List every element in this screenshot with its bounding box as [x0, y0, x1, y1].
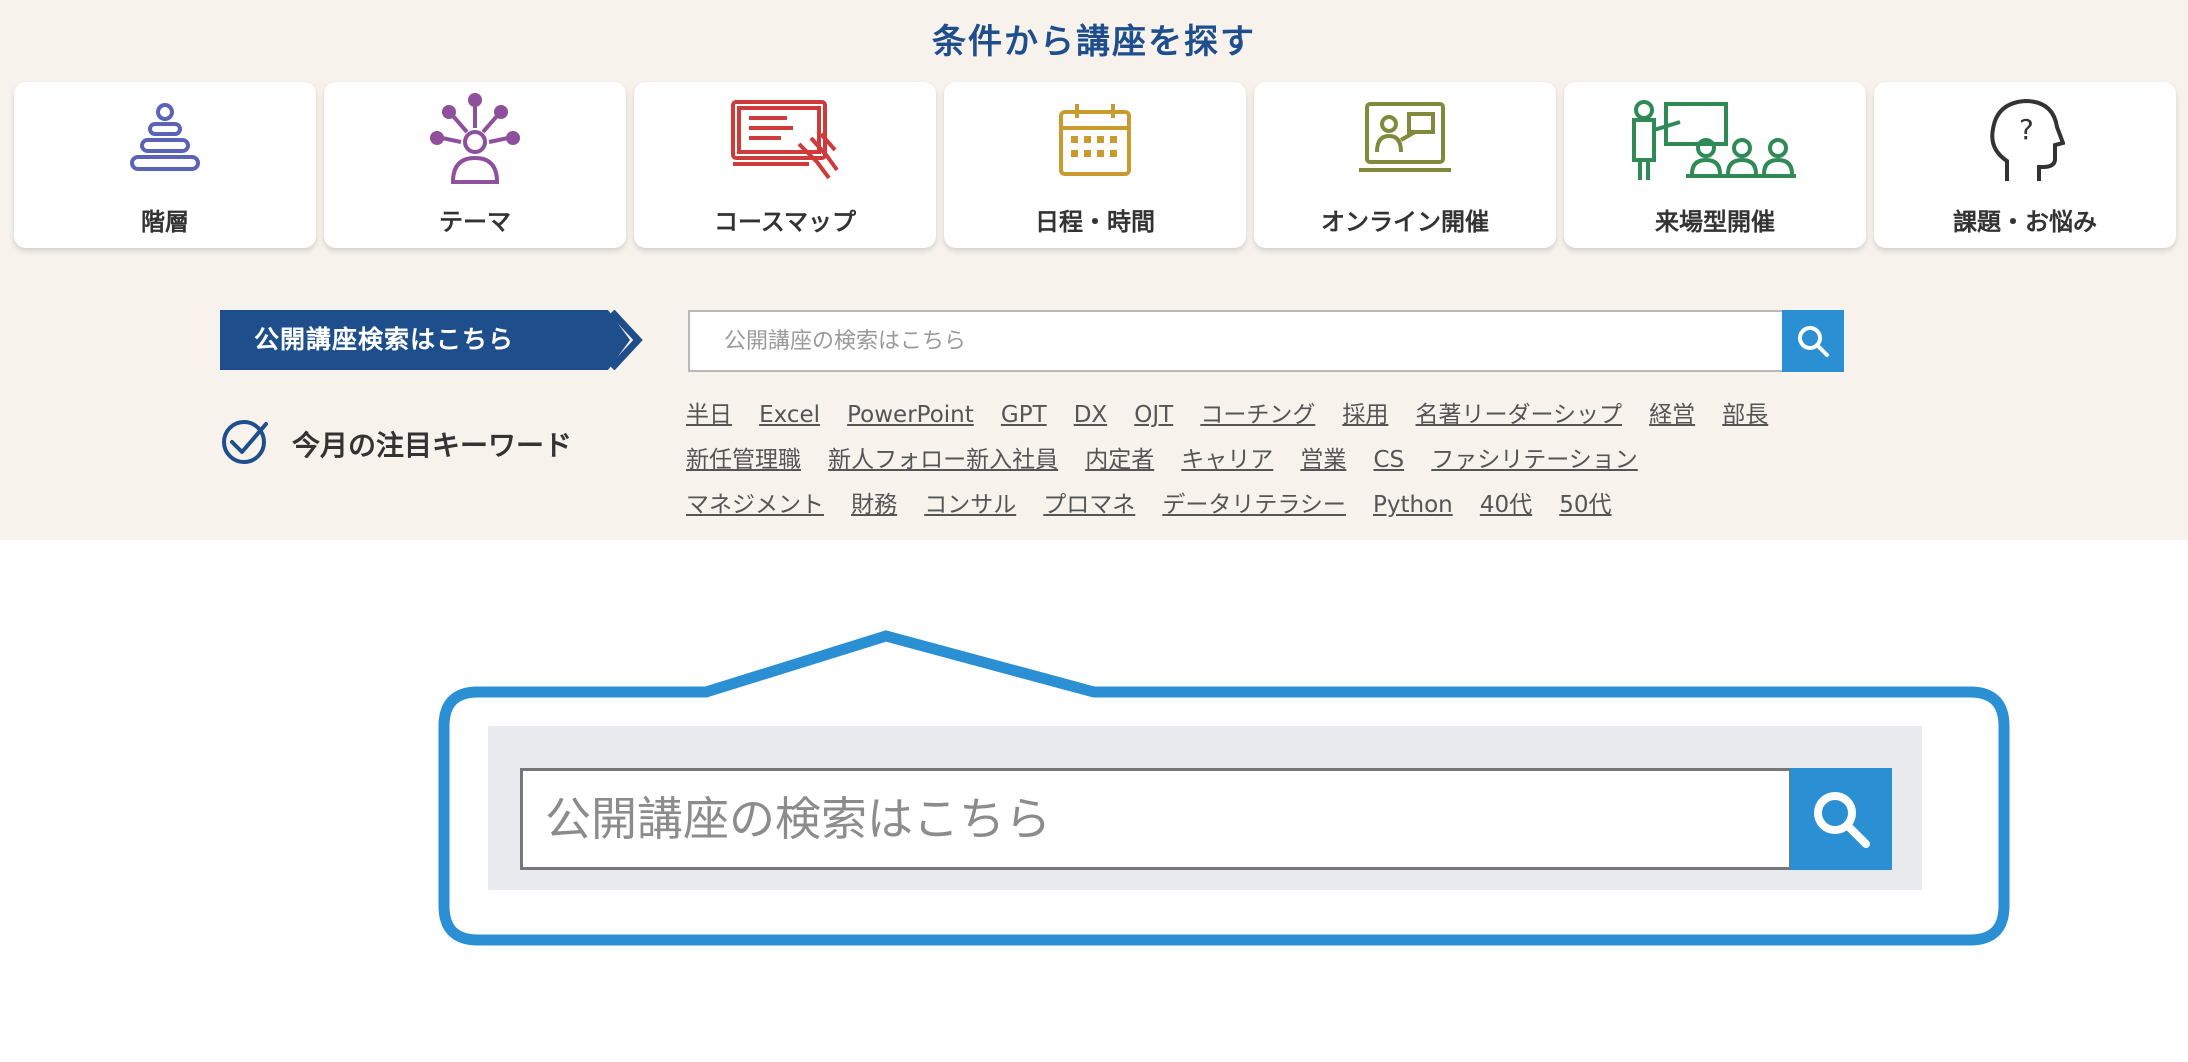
search-label: 公開講座検索はこちら — [254, 325, 515, 354]
category-label: コースマップ — [713, 208, 857, 236]
keyword-link[interactable]: コンサル — [924, 488, 1016, 522]
keyword-list: 半日 Excel PowerPoint GPT DX OJT コーチング 採用 … — [686, 398, 1846, 533]
keyword-link[interactable]: 40代 — [1480, 488, 1532, 522]
keyword-link[interactable]: コーチング — [1200, 398, 1315, 432]
keyword-link[interactable]: ファシリテーション — [1431, 443, 1638, 477]
category-row: 階層 テーマ コースマップ 日程・時間 オンライン開催 来場型開催 ? 課題・お… — [14, 82, 2188, 250]
search-box — [688, 310, 1844, 372]
keyword-link[interactable]: 財務 — [851, 488, 897, 522]
keyword-link[interactable]: CS — [1373, 443, 1404, 477]
search-button[interactable] — [1782, 310, 1844, 372]
keyword-line: マネジメント 財務 コンサル プロマネ データリテラシー Python 40代 … — [686, 488, 1846, 533]
keyword-link[interactable]: 50代 — [1559, 488, 1611, 522]
category-label: 階層 — [141, 208, 189, 236]
category-card-theme[interactable]: テーマ — [324, 82, 626, 248]
keyword-link[interactable]: マネジメント — [686, 488, 824, 522]
category-card-onsite[interactable]: 来場型開催 — [1564, 82, 1866, 248]
keyword-link[interactable]: Excel — [759, 398, 820, 432]
keyword-link[interactable]: Python — [1373, 488, 1453, 522]
stacked-rings-icon — [14, 96, 316, 184]
keyword-link[interactable]: 半日 — [686, 398, 732, 432]
search-icon — [1814, 792, 1870, 848]
keyword-link[interactable]: OJT — [1134, 398, 1173, 432]
keyword-link[interactable]: 経営 — [1649, 398, 1695, 432]
section-title: 条件から講座を探す — [932, 22, 1256, 62]
keyword-link[interactable]: プロマネ — [1043, 488, 1135, 522]
keyword-link[interactable]: 採用 — [1342, 398, 1388, 432]
category-label: テーマ — [439, 208, 511, 236]
keyword-link[interactable]: 名著リーダーシップ — [1416, 398, 1623, 432]
category-card-schedule[interactable]: 日程・時間 — [944, 82, 1246, 248]
keyword-link[interactable]: GPT — [1001, 398, 1047, 432]
zoom-search-button[interactable] — [1790, 768, 1892, 870]
zoom-search-box — [520, 768, 1792, 870]
category-label: 来場型開催 — [1655, 208, 1775, 236]
keyword-link[interactable]: 部長 — [1722, 398, 1768, 432]
category-label: オンライン開催 — [1321, 208, 1489, 236]
category-card-level[interactable]: 階層 — [14, 82, 316, 248]
category-label: 日程・時間 — [1035, 208, 1155, 236]
search-label-tag: 公開講座検索はこちら — [220, 310, 650, 370]
category-card-online[interactable]: オンライン開催 — [1254, 82, 1556, 248]
keywords-label-group: 今月の注目キーワード — [220, 418, 620, 468]
category-label: 課題・お悩み — [1953, 208, 2097, 236]
category-card-issues[interactable]: ? 課題・お悩み — [1874, 82, 2176, 248]
search-input[interactable] — [690, 312, 1778, 370]
keyword-link[interactable]: データリテラシー — [1162, 488, 1346, 522]
keyword-line: 新任管理職 新人フォロー新入社員 内定者 キャリア 営業 CS ファシリテーショ… — [686, 443, 1846, 488]
svg-text:?: ? — [2019, 113, 2034, 146]
online-laptop-icon — [1254, 96, 1556, 184]
map-hand-icon — [634, 96, 936, 184]
keyword-link[interactable]: PowerPoint — [847, 398, 974, 432]
search-icon — [1798, 326, 1829, 357]
keyword-link[interactable]: キャリア — [1181, 443, 1273, 477]
keyword-link[interactable]: 新人フォロー新入社員 — [828, 443, 1058, 477]
keyword-line: 半日 Excel PowerPoint GPT DX OJT コーチング 採用 … — [686, 398, 1846, 443]
keyword-link[interactable]: 新任管理職 — [686, 443, 801, 477]
calendar-icon — [944, 96, 1246, 184]
keywords-label: 今月の注目キーワード — [292, 429, 573, 462]
zoom-search-input[interactable] — [523, 771, 1789, 867]
keyword-link[interactable]: DX — [1074, 398, 1107, 432]
head-question-icon: ? — [1874, 96, 2176, 184]
category-card-course-map[interactable]: コースマップ — [634, 82, 936, 248]
network-person-icon — [324, 93, 626, 184]
classroom-icon — [1564, 96, 1866, 184]
keyword-link[interactable]: 営業 — [1300, 443, 1346, 477]
keyword-link[interactable]: 内定者 — [1085, 443, 1154, 477]
check-circle-icon — [222, 420, 268, 464]
